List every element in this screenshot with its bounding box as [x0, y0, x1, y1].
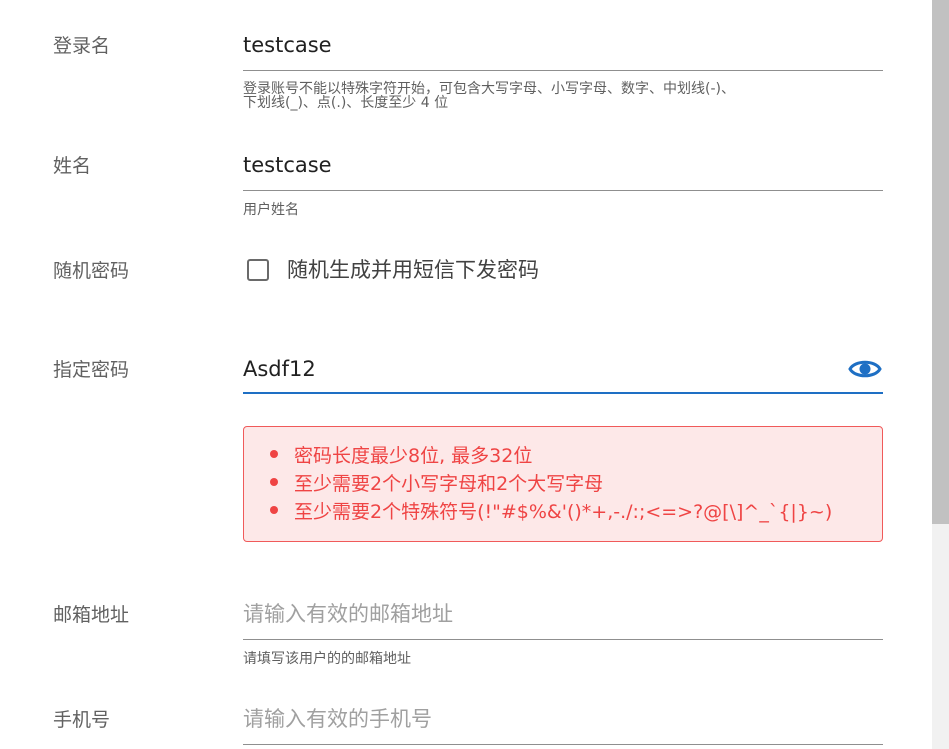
random-password-label: 随机密码 — [53, 260, 130, 282]
email-hint: 请填写该用户的的邮箱地址 — [243, 651, 411, 667]
error-item: 至少需要2个特殊符号(!"#$%&'()*+,-./:;<=>?@[\]^_`{… — [270, 496, 882, 524]
login-name-hint-line2: 下划线(_)、点(.)、长度至少 4 位 — [243, 95, 449, 111]
login-name-underline — [243, 70, 883, 71]
email-input[interactable]: 请输入有效的邮箱地址 — [243, 600, 453, 628]
bullet-icon — [270, 506, 278, 514]
bullet-icon — [270, 450, 278, 458]
error-item: 至少需要2个小写字母和2个大写字母 — [270, 468, 882, 496]
email-label: 邮箱地址 — [53, 604, 130, 626]
eye-icon[interactable] — [848, 355, 882, 383]
full-name-underline — [243, 190, 883, 191]
user-form: 登录名 testcase 登录账号不能以特殊字符开始，可包含大写字母、小写字母、… — [0, 0, 949, 749]
full-name-input[interactable]: testcase — [243, 151, 332, 179]
phone-input[interactable]: 请输入有效的手机号 — [243, 705, 432, 733]
login-name-hint: 登录账号不能以特殊字符开始，可包含大写字母、小写字母、数字、中划线(-)、 下划… — [243, 82, 883, 110]
password-error-box: 密码长度最少8位, 最多32位 至少需要2个小写字母和2个大写字母 至少需要2个… — [243, 426, 883, 542]
error-item: 密码长度最少8位, 最多32位 — [270, 440, 882, 468]
phone-label: 手机号 — [53, 709, 111, 731]
phone-underline — [243, 744, 883, 745]
full-name-label: 姓名 — [53, 155, 92, 177]
bullet-icon — [270, 478, 278, 486]
error-text: 至少需要2个小写字母和2个大写字母 — [294, 472, 604, 495]
assigned-password-label: 指定密码 — [53, 359, 130, 381]
assigned-password-underline — [243, 392, 883, 394]
assigned-password-input[interactable]: Asdf12 — [243, 355, 316, 383]
random-password-checkbox-label[interactable]: 随机生成并用短信下发密码 — [287, 256, 539, 284]
error-text: 密码长度最少8位, 最多32位 — [294, 444, 533, 467]
random-password-checkbox[interactable]: 随机生成并用短信下发密码 — [247, 256, 539, 284]
login-name-input[interactable]: testcase — [243, 31, 332, 59]
full-name-hint: 用户姓名 — [243, 202, 299, 218]
login-name-hint-line1: 登录账号不能以特殊字符开始，可包含大写字母、小写字母、数字、中划线(-)、 — [243, 81, 735, 97]
checkbox-unchecked-icon[interactable] — [247, 259, 269, 281]
scrollbar-thumb[interactable] — [932, 0, 949, 524]
email-underline — [243, 639, 883, 640]
error-text: 至少需要2个特殊符号(!"#$%&'()*+,-./:;<=>?@[\]^_`{… — [294, 500, 833, 523]
login-name-label: 登录名 — [53, 35, 111, 57]
